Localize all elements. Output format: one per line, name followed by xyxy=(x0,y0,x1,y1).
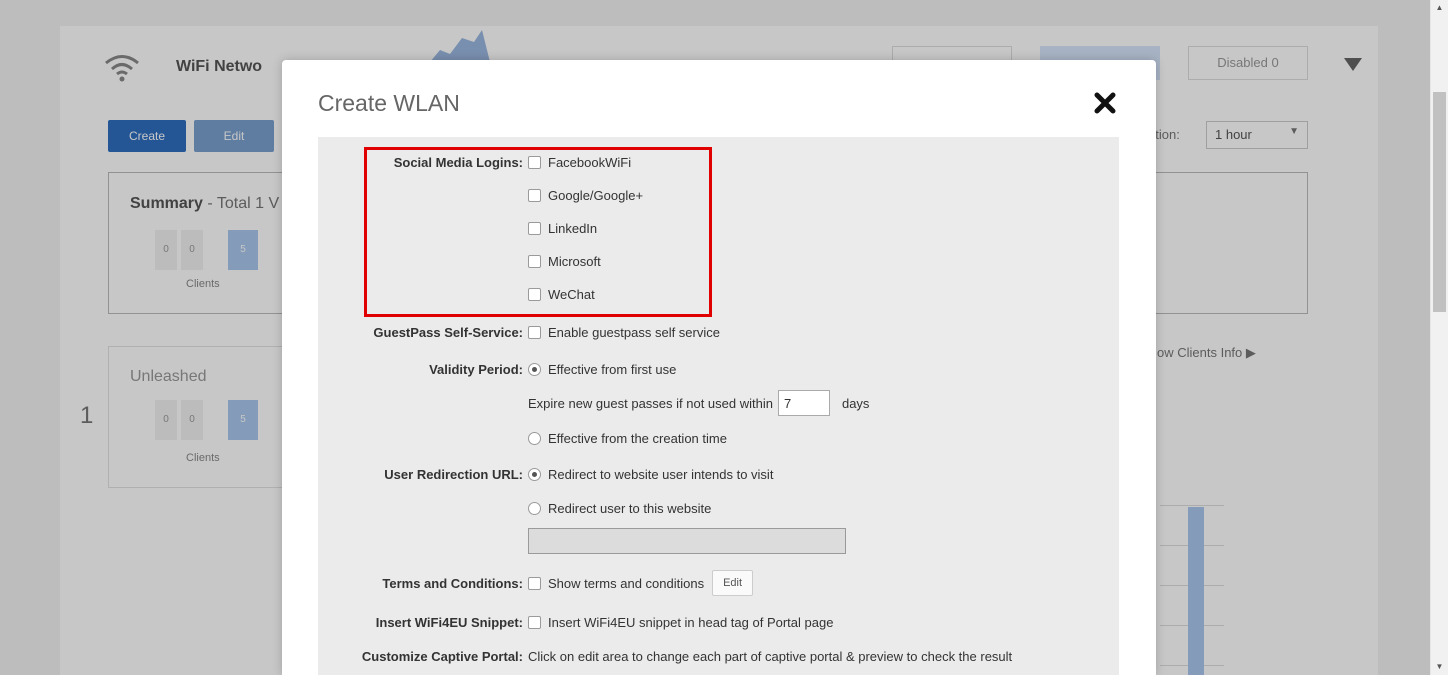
expire-setting: Expire new guest passes if not used with… xyxy=(528,390,869,416)
expire-days-input[interactable] xyxy=(777,390,830,416)
captive-portal-text: Click on edit area to change each part o… xyxy=(528,649,1013,664)
captive-portal-row: Customize Captive Portal: Click on edit … xyxy=(318,647,1119,667)
wifi4eu-option[interactable]: Insert WiFi4EU snippet in head tag of Po… xyxy=(528,615,833,630)
wifi4eu-checkbox[interactable] xyxy=(528,616,541,629)
guestpass-checkbox[interactable] xyxy=(528,326,541,339)
redirect-intended-radio[interactable] xyxy=(528,468,541,481)
expire-suffix: days xyxy=(841,395,870,411)
expire-prefix: Expire new guest passes if not used with… xyxy=(528,395,773,411)
validity-row: Effective from the creation time xyxy=(318,429,1119,449)
terms-option[interactable]: Show terms and conditions Edit xyxy=(528,570,754,596)
scroll-thumb[interactable] xyxy=(1433,92,1446,312)
captive-portal-label: Customize Captive Portal: xyxy=(361,649,523,664)
redirection-label: User Redirection URL: xyxy=(384,467,523,482)
redirect-custom-radio[interactable] xyxy=(528,502,541,515)
highlight-box xyxy=(364,147,712,317)
guestpass-option[interactable]: Enable guestpass self service xyxy=(528,325,720,340)
scroll-up-icon[interactable]: ▲ xyxy=(1431,0,1448,16)
wifi4eu-row: Insert WiFi4EU Snippet: Insert WiFi4EU s… xyxy=(318,613,1119,633)
creation-time-radio[interactable] xyxy=(528,432,541,445)
first-use-option[interactable]: Effective from first use xyxy=(528,362,676,377)
guestpass-row: GuestPass Self-Service: Enable guestpass… xyxy=(318,323,1119,343)
guestpass-label: GuestPass Self-Service: xyxy=(373,325,523,340)
redirection-row: Redirect user to this website xyxy=(318,499,1119,519)
redirection-row: User Redirection URL: Redirect to websit… xyxy=(318,465,1119,485)
validity-label: Validity Period: xyxy=(429,362,523,377)
first-use-radio[interactable] xyxy=(528,363,541,376)
creation-time-option[interactable]: Effective from the creation time xyxy=(528,431,727,446)
terms-edit-button[interactable]: Edit xyxy=(712,570,754,596)
page-scrollbar[interactable]: ▲ ▼ xyxy=(1430,0,1448,675)
terms-label: Terms and Conditions: xyxy=(382,576,523,591)
scroll-down-icon[interactable]: ▼ xyxy=(1431,659,1448,675)
redirect-url-input[interactable] xyxy=(528,528,846,554)
redirect-intended-option[interactable]: Redirect to website user intends to visi… xyxy=(528,467,773,482)
dialog-title: Create WLAN xyxy=(318,90,460,116)
expire-row: Expire new guest passes if not used with… xyxy=(318,390,1119,420)
terms-checkbox[interactable] xyxy=(528,576,541,590)
terms-row: Terms and Conditions: Show terms and con… xyxy=(318,570,1119,600)
redirect-custom-option[interactable]: Redirect user to this website xyxy=(528,501,711,516)
wifi4eu-label: Insert WiFi4EU Snippet: xyxy=(375,615,523,630)
validity-row: Validity Period: Effective from first us… xyxy=(318,360,1119,380)
close-icon[interactable] xyxy=(1092,90,1118,116)
